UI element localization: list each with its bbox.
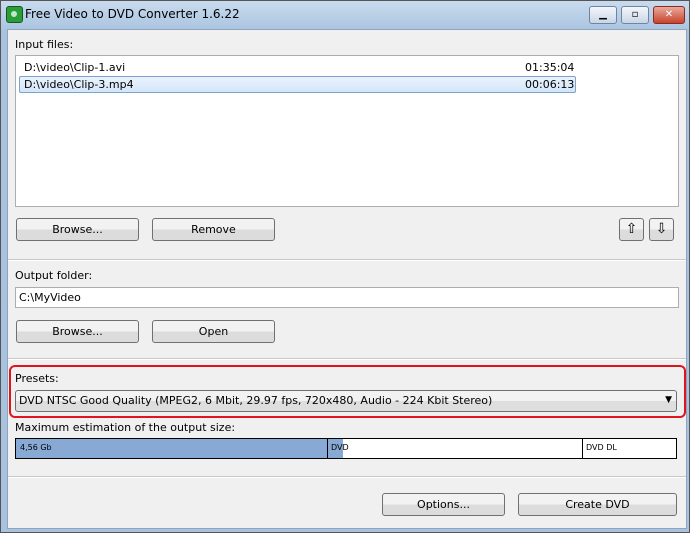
- output-folder-input[interactable]: C:\MyVideo: [15, 287, 679, 308]
- divider: [8, 259, 686, 261]
- output-folder-label: Output folder:: [15, 269, 93, 282]
- window-title: Free Video to DVD Converter 1.6.22: [25, 7, 240, 21]
- remove-button[interactable]: Remove: [152, 218, 275, 241]
- maximize-button[interactable]: ▫: [621, 6, 649, 24]
- app-icon: [6, 6, 23, 23]
- file-row[interactable]: D:\video\Clip-1.avi 01:35:04: [19, 60, 576, 75]
- move-down-button[interactable]: ⇩: [649, 218, 674, 241]
- minimize-button[interactable]: ▁: [589, 6, 617, 24]
- estimation-label: Maximum estimation of the output size:: [15, 421, 236, 434]
- presets-label: Presets:: [15, 372, 59, 385]
- file-duration: 01:35:04: [525, 61, 575, 74]
- output-folder-value: C:\MyVideo: [19, 291, 81, 304]
- file-path: D:\video\Clip-3.mp4: [24, 78, 134, 91]
- close-button[interactable]: ✕: [653, 6, 685, 24]
- file-duration: 00:06:13: [525, 78, 575, 91]
- input-files-label: Input files:: [15, 38, 74, 51]
- dvd-marker-label: DVD: [331, 443, 349, 452]
- divider: [8, 476, 686, 478]
- output-size-bar: 4,56 Gb DVD DVD DL: [15, 438, 677, 459]
- app-window: Free Video to DVD Converter 1.6.22 ▁ ▫ ✕…: [0, 0, 690, 533]
- dvd-dl-marker: DVD DL: [582, 439, 617, 458]
- presets-dropdown[interactable]: DVD NTSC Good Quality (MPEG2, 6 Mbit, 29…: [15, 390, 677, 412]
- divider: [8, 358, 686, 360]
- browse-output-button[interactable]: Browse...: [16, 320, 139, 343]
- file-row-selected[interactable]: D:\video\Clip-3.mp4 00:06:13: [19, 76, 576, 93]
- main-panel: Input files: D:\video\Clip-1.avi 01:35:0…: [7, 29, 687, 529]
- output-size-fill: [16, 439, 343, 458]
- presets-selected: DVD NTSC Good Quality (MPEG2, 6 Mbit, 29…: [19, 394, 493, 407]
- input-files-list[interactable]: D:\video\Clip-1.avi 01:35:04 D:\video\Cl…: [15, 55, 679, 207]
- output-size-value: 4,56 Gb: [20, 443, 52, 452]
- create-dvd-button[interactable]: Create DVD: [518, 493, 677, 516]
- options-button[interactable]: Options...: [382, 493, 505, 516]
- file-path: D:\video\Clip-1.avi: [24, 61, 126, 74]
- dvd-marker: DVD: [327, 439, 349, 458]
- chevron-down-icon: ▼: [665, 395, 672, 405]
- open-button[interactable]: Open: [152, 320, 275, 343]
- dvd-dl-marker-label: DVD DL: [586, 443, 617, 452]
- browse-input-button[interactable]: Browse...: [16, 218, 139, 241]
- move-up-button[interactable]: ⇧: [619, 218, 644, 241]
